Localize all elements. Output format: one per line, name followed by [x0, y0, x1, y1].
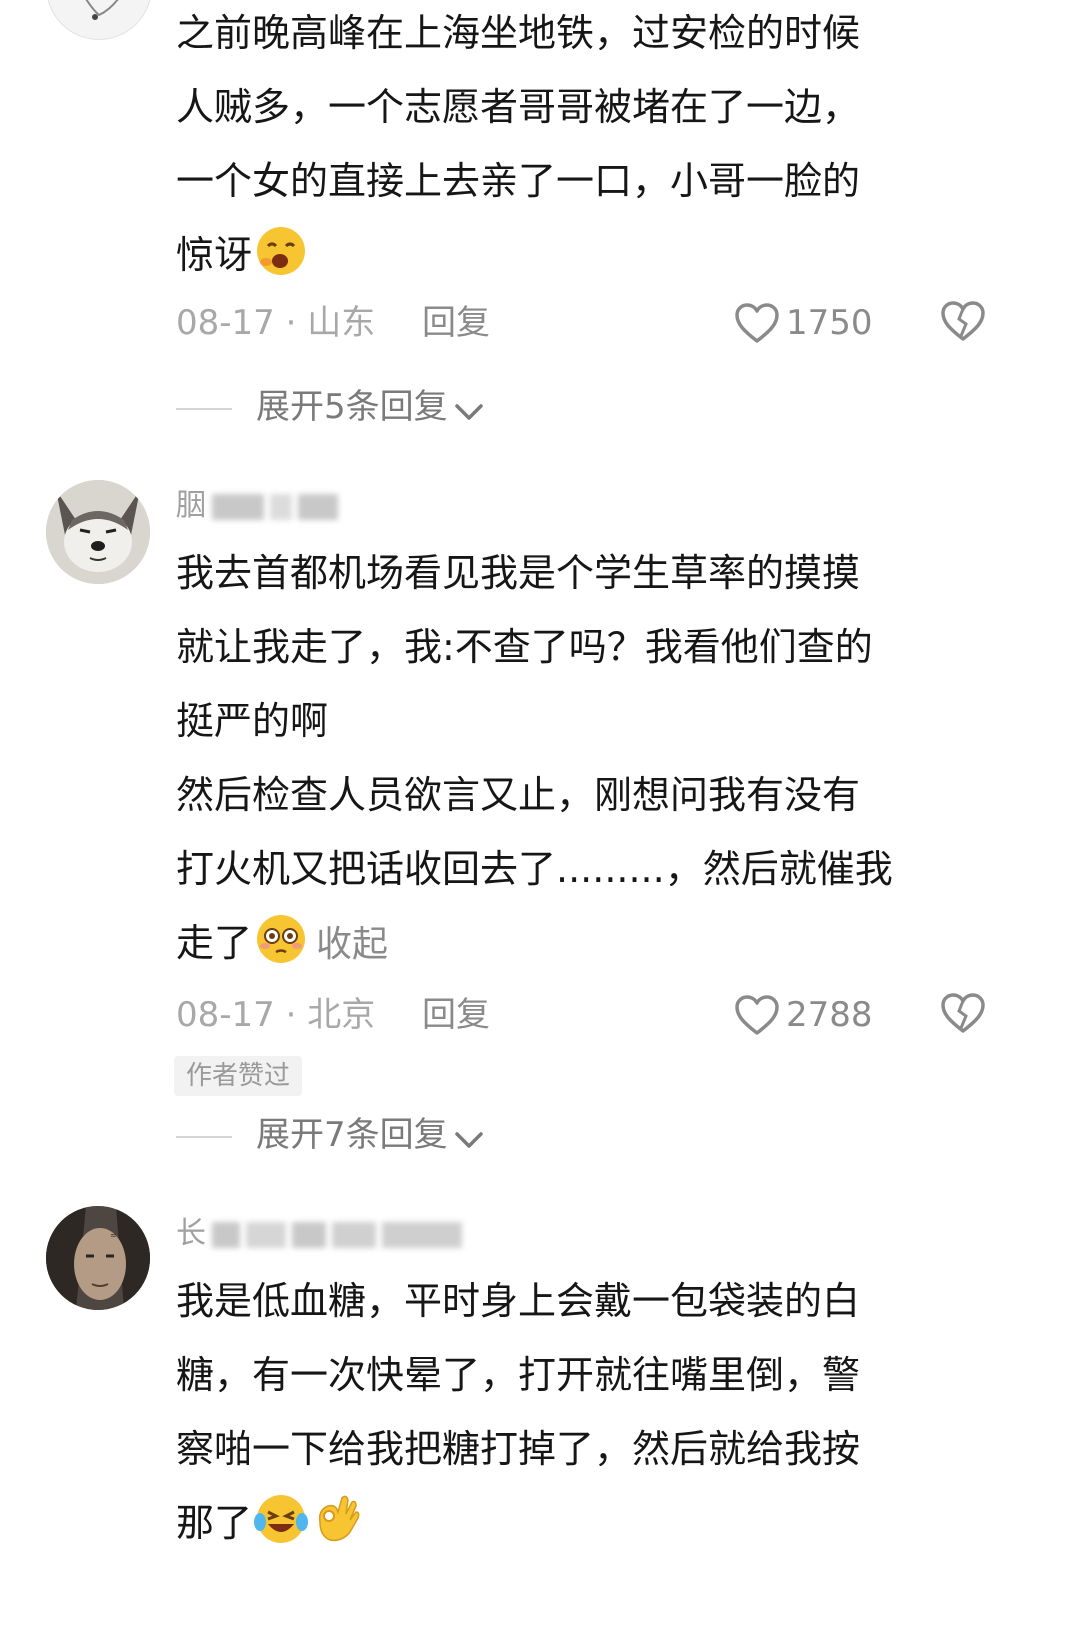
ok-hand-icon: [318, 1495, 360, 1542]
username-redaction: [332, 1221, 376, 1248]
chevron-down-icon: [454, 404, 483, 420]
yawning-face-icon: [257, 227, 306, 275]
divider: [176, 407, 232, 410]
username-redaction: [270, 493, 292, 520]
avatar[interactable]: [46, 0, 152, 40]
comment-line: 打火机又把话收回去了.........，然后就催我: [176, 847, 893, 891]
username[interactable]: 长: [176, 1214, 462, 1254]
comment-date-location: 08-17 · 北京: [176, 995, 376, 1035]
broken-heart-icon: [941, 301, 985, 341]
username-redaction: [292, 1221, 326, 1248]
comment-line-last: 走了 收起: [176, 906, 976, 980]
laughing-tears-icon: [254, 1495, 309, 1543]
chevron-down-icon: [454, 1132, 483, 1148]
username-text: 长: [176, 1216, 206, 1251]
collapse-button[interactable]: 收起: [316, 924, 388, 965]
divider: [176, 1135, 232, 1138]
comment-line: 一个女的直接上去亲了一口，小哥一脸的: [176, 159, 861, 203]
comment-text: 之前晚高峰在上海坐地铁，过安检的时候 人贼多，一个志愿者哥哥被堵在了一边， 一个…: [176, 0, 976, 292]
comment-meta: 08-17 · 北京 回复 2788: [176, 990, 996, 1040]
author-liked-badge: 作者赞过: [174, 1056, 303, 1096]
comment-line: 察啪一下给我把糖打掉了，然后就给我按: [176, 1427, 861, 1471]
expand-replies-button[interactable]: 展开5条回复: [176, 382, 484, 432]
username-text: 胭: [176, 488, 206, 523]
comment-date-location: 08-17 · 山东: [176, 303, 376, 343]
comment-line-text: 走了: [176, 921, 253, 965]
reply-button[interactable]: 回复: [422, 298, 490, 348]
heart-icon: [735, 995, 779, 1035]
like-count: 1750: [786, 303, 873, 343]
like-button[interactable]: 1750: [734, 298, 873, 348]
broken-heart-icon: [941, 993, 985, 1033]
like-button[interactable]: 2788: [734, 990, 873, 1040]
comment-line: 糖，有一次快晕了，打开就往嘴里倒，警: [176, 1353, 861, 1397]
comment-text: 我是低血糖，平时身上会戴一包袋装的白 糖，有一次快晕了，打开就往嘴里倒，警 察啪…: [176, 1264, 976, 1560]
comment-line: 就让我走了，我:不查了吗？我看他们查的: [176, 625, 873, 669]
heart-icon: [735, 303, 779, 343]
avatar[interactable]: ≈: [46, 1206, 150, 1310]
expand-replies-label: 展开7条回复: [256, 1115, 448, 1155]
dislike-button[interactable]: [940, 992, 986, 1048]
comment-line: 我去首都机场看见我是个学生草率的摸摸: [176, 551, 861, 595]
expand-replies-button[interactable]: 展开7条回复: [176, 1110, 484, 1160]
comment-line-last: 惊讶: [176, 218, 976, 292]
comment-line-text: 惊讶: [176, 233, 253, 277]
avatar[interactable]: [46, 480, 150, 584]
comment-line-text: 那了: [176, 1501, 253, 1545]
comment-line: 之前晚高峰在上海坐地铁，过安检的时候: [176, 11, 861, 55]
expand-replies-label: 展开5条回复: [256, 387, 448, 427]
comment-meta: 08-17 · 山东 回复 1750: [176, 298, 996, 348]
reply-button[interactable]: 回复: [422, 990, 490, 1040]
username-redaction: [298, 493, 338, 520]
comment-line: 然后检查人员欲言又止，刚想问我有没有: [176, 773, 861, 817]
comment-line: 人贼多，一个志愿者哥哥被堵在了一边，: [176, 85, 861, 129]
dislike-button[interactable]: [940, 300, 986, 356]
username-redaction: [212, 1221, 240, 1248]
comment-line-last: 那了: [176, 1486, 976, 1560]
comment-text: 我去首都机场看见我是个学生草率的摸摸 就让我走了，我:不查了吗？我看他们查的 挺…: [176, 536, 976, 980]
username-redaction: [212, 493, 264, 520]
svg-text:≈: ≈: [110, 1231, 117, 1240]
flushed-face-icon: [257, 915, 306, 963]
username-redaction: [382, 1221, 462, 1248]
like-count: 2788: [786, 995, 873, 1035]
comment-line: 挺严的啊: [176, 699, 329, 743]
username[interactable]: 胭: [176, 486, 338, 526]
comment-line: 我是低血糖，平时身上会戴一包袋装的白: [176, 1279, 861, 1323]
username-redaction: [246, 1221, 286, 1248]
